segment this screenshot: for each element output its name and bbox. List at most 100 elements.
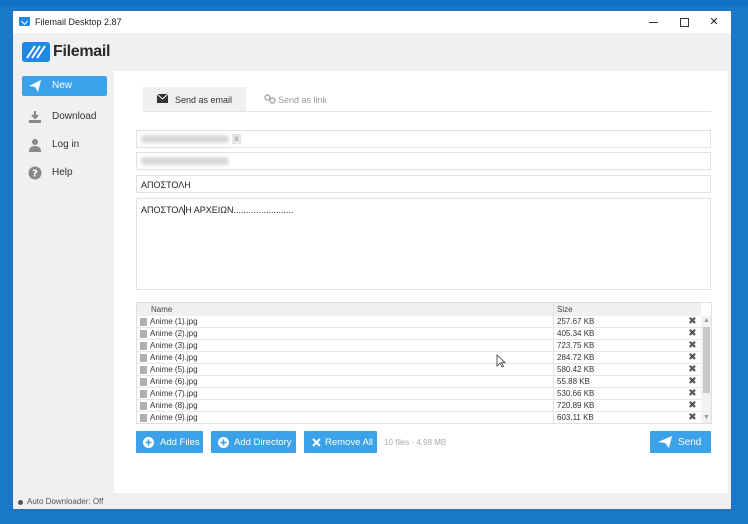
auto-downloader-status[interactable]: Auto Downloader: Off <box>27 497 103 506</box>
close-button[interactable]: ✕ <box>699 11 729 33</box>
button-label: Add Directory <box>234 437 292 448</box>
file-list-header: Name Size <box>137 303 701 316</box>
remove-file-icon[interactable]: ✖ <box>687 400 698 411</box>
table-row[interactable]: Anime (6).jpg 55.88 KB ✖ <box>137 376 701 388</box>
file-name: Anime (8).jpg <box>150 401 198 410</box>
column-divider <box>553 340 554 352</box>
status-bar: Auto Downloader: Off <box>13 493 731 509</box>
file-list-scrollbar[interactable]: ▲ ▼ <box>701 316 711 423</box>
column-divider <box>553 328 554 340</box>
file-size: 720.89 KB <box>557 401 595 410</box>
main-content: Send as email Send as link x ΑΠΟΣΤΟΛΗ ΑΠ… <box>114 71 728 493</box>
file-icon <box>140 318 147 326</box>
sidebar-item-label: Log in <box>52 139 80 150</box>
file-icon <box>140 390 147 398</box>
svg-text:?: ? <box>32 169 38 180</box>
sidebar: New Download Log in ? Help <box>13 71 113 493</box>
sidebar-item-help[interactable]: ? Help <box>22 163 107 183</box>
button-label: Add Files <box>160 437 200 448</box>
sidebar-item-download[interactable]: Download <box>22 107 107 127</box>
maximize-button[interactable] <box>669 11 699 33</box>
app-header: Filemail <box>13 33 731 71</box>
add-files-button[interactable]: Add Files <box>136 431 203 453</box>
scroll-down-icon[interactable]: ▼ <box>701 413 711 423</box>
column-divider <box>553 303 554 316</box>
message-field[interactable]: ΑΠΟΣΤΟΛΗ ΑΡΧΕΙΩΝ........................ <box>136 198 711 290</box>
sender-field[interactable] <box>136 152 711 170</box>
remove-file-icon[interactable]: ✖ <box>687 352 698 363</box>
sidebar-item-label: Help <box>52 167 73 178</box>
file-icon <box>140 366 147 374</box>
scroll-up-icon[interactable]: ▲ <box>701 316 711 326</box>
app-window: Filemail Desktop 2.87 ✕ Filemail New Dow… <box>12 10 732 510</box>
file-size: 530.66 KB <box>557 389 595 398</box>
subject-field[interactable]: ΑΠΟΣΤΟΛΗ <box>136 175 711 193</box>
column-divider <box>553 376 554 388</box>
file-name: Anime (3).jpg <box>150 341 198 350</box>
message-text: ΑΠΟΣΤΟΛΗ ΑΡΧΕΙΩΝ........................ <box>141 205 294 215</box>
tab-send-as-email[interactable]: Send as email <box>143 87 246 111</box>
table-row[interactable]: Anime (5).jpg 580.42 KB ✖ <box>137 364 701 376</box>
remove-all-button[interactable]: Remove All <box>304 431 377 453</box>
table-row[interactable]: Anime (4).jpg 284.72 KB ✖ <box>137 352 701 364</box>
send-icon <box>29 80 41 92</box>
remove-file-icon[interactable]: ✖ <box>687 328 698 339</box>
remove-recipient-icon[interactable]: x <box>232 134 241 144</box>
sidebar-item-label: Download <box>52 111 97 122</box>
sidebar-item-new[interactable]: New <box>22 76 107 96</box>
scrollbar-thumb[interactable] <box>703 327 710 393</box>
column-divider <box>553 400 554 412</box>
file-size: 580.42 KB <box>557 365 595 374</box>
recipient-chip-redacted <box>141 135 229 143</box>
file-icon <box>140 414 147 422</box>
file-name: Anime (1).jpg <box>150 317 198 326</box>
file-icon <box>140 354 147 362</box>
remove-file-icon[interactable]: ✖ <box>687 376 698 387</box>
table-row[interactable]: Anime (2).jpg 405.34 KB ✖ <box>137 328 701 340</box>
sender-email-redacted <box>141 157 229 165</box>
file-icon <box>140 402 147 410</box>
filemail-logo-icon <box>22 42 50 62</box>
subject-text: ΑΠΟΣΤΟΛΗ <box>141 180 191 190</box>
sidebar-item-login[interactable]: Log in <box>22 135 107 155</box>
desktop-background <box>0 0 748 6</box>
file-size: 405.34 KB <box>557 329 595 338</box>
table-row[interactable]: Anime (9).jpg 603.11 KB ✖ <box>137 412 701 423</box>
send-button[interactable]: Send <box>650 431 711 453</box>
file-summary: 10 files - 4.98 MB <box>384 438 447 447</box>
recipient-field[interactable]: x <box>136 130 711 148</box>
remove-file-icon[interactable]: ✖ <box>687 388 698 399</box>
column-divider <box>553 352 554 364</box>
table-row[interactable]: Anime (7).jpg 530.66 KB ✖ <box>137 388 701 400</box>
file-name: Anime (7).jpg <box>150 389 198 398</box>
title-bar[interactable]: Filemail Desktop 2.87 ✕ <box>13 11 731 33</box>
file-name: Anime (5).jpg <box>150 365 198 374</box>
file-size: 284.72 KB <box>557 353 595 362</box>
remove-file-icon[interactable]: ✖ <box>687 364 698 375</box>
tab-label: Send as email <box>175 95 233 105</box>
table-row[interactable]: Anime (1).jpg 257.67 KB ✖ <box>137 316 701 328</box>
remove-file-icon[interactable]: ✖ <box>687 316 698 327</box>
table-row[interactable]: Anime (3).jpg 723.75 KB ✖ <box>137 340 701 352</box>
file-size: 723.75 KB <box>557 341 595 350</box>
download-icon <box>29 111 41 123</box>
send-icon <box>658 436 672 448</box>
file-name: Anime (2).jpg <box>150 329 198 338</box>
column-divider <box>553 316 554 328</box>
column-header-name[interactable]: Name <box>151 305 172 314</box>
file-size: 603.11 KB <box>557 413 594 422</box>
remove-file-icon[interactable]: ✖ <box>687 412 698 423</box>
sidebar-item-label: New <box>52 80 73 91</box>
table-row[interactable]: Anime (8).jpg 720.89 KB ✖ <box>137 400 701 412</box>
tab-send-as-link[interactable]: Send as link <box>250 87 340 111</box>
scrollbar-corner <box>701 303 711 316</box>
add-directory-button[interactable]: Add Directory <box>211 431 296 453</box>
file-name: Anime (6).jpg <box>150 377 198 386</box>
status-dot-icon <box>18 500 23 505</box>
file-icon <box>140 378 147 386</box>
minimize-button[interactable] <box>639 11 669 33</box>
column-header-size[interactable]: Size <box>557 305 573 314</box>
file-list: Name Size Anime (1).jpg 257.67 KB ✖ Anim… <box>136 302 712 424</box>
remove-file-icon[interactable]: ✖ <box>687 340 698 351</box>
column-divider <box>553 412 554 423</box>
